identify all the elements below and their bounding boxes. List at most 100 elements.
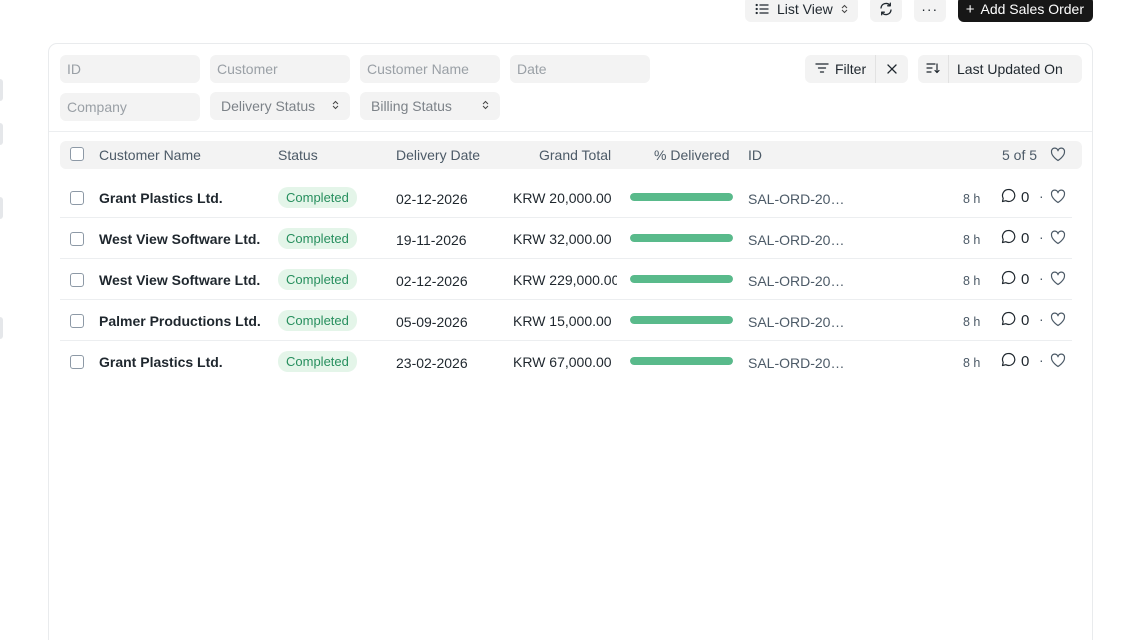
row-checkbox[interactable] [70,273,84,287]
list-view-switcher[interactable]: List View [744,0,858,22]
table-row[interactable]: Grant Plastics Ltd. Completed 23-02-2026 KR… [60,341,1072,382]
customer-name-link[interactable]: Palmer Productions Ltd. [99,313,261,329]
header-pct-delivered[interactable]: % Delivered [654,147,729,163]
separator-dot: · [1039,311,1044,327]
more-actions-button[interactable]: ··· [913,0,946,22]
date-filter-input[interactable]: Date [510,55,650,83]
refresh-button[interactable] [869,0,902,22]
like-heart-icon[interactable] [1050,271,1066,289]
separator-dot: · [1039,352,1044,368]
customer-name-filter-input[interactable]: Customer Name [360,55,500,83]
comment-count[interactable]: 0 [1001,188,1029,207]
status-badge: Completed [278,187,357,208]
id-filter-input[interactable]: ID [60,55,200,83]
delivered-progress-bar [630,357,733,365]
customer-filter-input[interactable]: Customer [210,55,350,83]
sidebar-edge [0,79,3,101]
comment-count-value: 0 [1021,271,1030,288]
add-sales-order-label: Add Sales Order [980,1,1085,17]
header-grand-total[interactable]: Grand Total [539,147,611,163]
status-badge: Completed [278,228,357,249]
status-badge: Completed [278,351,357,372]
customer-name-link[interactable]: Grant Plastics Ltd. [99,354,223,370]
company-filter-input[interactable]: Company [60,93,200,121]
delivery-date: 02-12-2026 [396,191,468,207]
list-card: ID Customer Customer Name Date Company D… [48,43,1093,640]
delivered-progress-bar [630,193,733,201]
delivered-progress-bar [630,275,733,283]
filter-button[interactable]: Filter [805,55,877,83]
page-actions: List View ··· + Add Sales Order [744,0,1093,22]
sort-direction-button[interactable] [918,55,949,83]
like-heart-icon[interactable] [1050,189,1066,207]
customer-name-link[interactable]: West View Software Ltd. [99,231,260,247]
table-header: Customer Name Status Delivery Date Grand… [60,141,1082,169]
delivered-progress-fill [630,316,733,324]
sort-control: Last Updated On [918,55,1082,83]
delivered-progress-fill [630,234,733,242]
liked-filter-heart-icon[interactable] [1050,147,1066,165]
refresh-icon [878,1,894,17]
clear-filter-button[interactable] [876,61,908,77]
grand-total: KRW 20,000.00 [513,190,612,206]
comment-icon [1001,352,1016,371]
delivery-date: 19-11-2026 [396,232,467,248]
table-row[interactable]: Palmer Productions Ltd. Completed 05-09-20… [60,300,1072,341]
comment-count-value: 0 [1021,189,1030,206]
header-delivery-date[interactable]: Delivery Date [396,147,480,163]
list-icon [755,2,769,16]
like-heart-icon[interactable] [1050,312,1066,330]
comment-icon [1001,270,1016,289]
comment-icon [1001,188,1016,207]
order-id: SAL-ORD-20… [748,355,845,371]
customer-name-link[interactable]: West View Software Ltd. [99,272,260,288]
filter-area: ID Customer Customer Name Date Company D… [49,44,1092,132]
comment-count[interactable]: 0 [1001,270,1029,289]
delivered-progress-fill [630,275,733,283]
comment-icon [1001,311,1016,330]
plus-icon: + [965,0,975,18]
comment-count-value: 0 [1021,312,1030,329]
order-id: SAL-ORD-20… [748,232,845,248]
order-id: SAL-ORD-20… [748,273,845,289]
row-checkbox[interactable] [70,355,84,369]
like-heart-icon[interactable] [1050,353,1066,371]
grand-total: KRW 229,000.00 [513,272,617,288]
table-row[interactable]: West View Software Ltd. Completed 19-11-20… [60,218,1072,259]
header-customer-name[interactable]: Customer Name [99,147,201,163]
table-row[interactable]: Grant Plastics Ltd. Completed 02-12-2026 KR… [60,177,1072,218]
row-checkbox[interactable] [70,314,84,328]
delivery-date: 05-09-2026 [396,314,468,330]
comment-icon [1001,229,1016,248]
chevron-updown-icon [482,100,489,112]
comment-count[interactable]: 0 [1001,311,1029,330]
sort-by-button[interactable]: Last Updated On [949,61,1063,77]
separator-dot: · [1039,229,1044,245]
row-checkbox[interactable] [70,191,84,205]
delivered-progress-fill [630,193,733,201]
sidebar-edge [0,123,3,145]
select-all-checkbox[interactable] [70,147,84,161]
header-status[interactable]: Status [278,147,318,163]
comment-count-value: 0 [1021,353,1030,370]
order-id: SAL-ORD-20… [748,191,845,207]
like-heart-icon[interactable] [1050,230,1066,248]
comment-count[interactable]: 0 [1001,229,1029,248]
close-icon [887,61,897,77]
row-count: 5 of 5 [1002,147,1038,163]
delivery-status-select[interactable]: Delivery Status [210,92,350,120]
status-badge: Completed [278,310,357,331]
grand-total: KRW 32,000.00 [513,231,612,247]
sidebar-edge [0,197,3,219]
customer-name-link[interactable]: Grant Plastics Ltd. [99,190,223,206]
billing-status-select[interactable]: Billing Status [360,92,500,120]
delivered-progress-fill [630,357,733,365]
row-checkbox[interactable] [70,232,84,246]
comment-count[interactable]: 0 [1001,352,1029,371]
header-id[interactable]: ID [748,147,762,163]
billing-status-label: Billing Status [371,98,452,114]
filter-control: Filter [805,55,908,83]
add-sales-order-button[interactable]: + Add Sales Order [957,0,1093,22]
order-id: SAL-ORD-20… [748,314,845,330]
table-row[interactable]: West View Software Ltd. Completed 02-12-20… [60,259,1072,300]
